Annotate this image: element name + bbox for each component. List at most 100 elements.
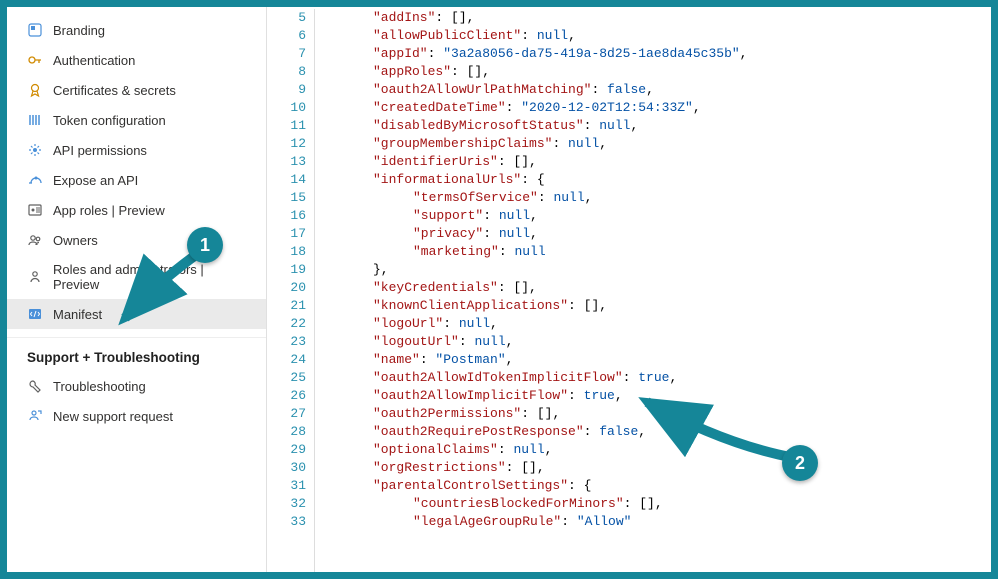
line-number: 17	[267, 225, 306, 243]
sidebar-item-label: API permissions	[53, 143, 147, 158]
code-line[interactable]: "appId": "3a2a8056-da75-419a-8d25-1ae8da…	[333, 45, 991, 63]
code-line[interactable]: "legalAgeGroupRule": "Allow"	[333, 513, 991, 531]
sidebar-item-label: Manifest	[53, 307, 102, 322]
line-number: 5	[267, 9, 306, 27]
line-number: 11	[267, 117, 306, 135]
sidebar-item-label: Owners	[53, 233, 98, 248]
line-number: 30	[267, 459, 306, 477]
line-number: 24	[267, 351, 306, 369]
manifest-icon	[27, 306, 43, 322]
support-section-header: Support + Troubleshooting	[7, 337, 266, 371]
line-number: 15	[267, 189, 306, 207]
manifest-json-editor[interactable]: 5678910111213141516171819202122232425262…	[267, 7, 991, 572]
line-number: 13	[267, 153, 306, 171]
code-line[interactable]: "identifierUris": [],	[333, 153, 991, 171]
code-line[interactable]: "disabledByMicrosoftStatus": null,	[333, 117, 991, 135]
sidebar-item-owners[interactable]: Owners	[7, 225, 266, 255]
sidebar-item-label: Roles and administrators | Preview	[53, 262, 252, 292]
sidebar-item-roles-and-administrators-preview[interactable]: Roles and administrators | Preview	[7, 255, 266, 299]
line-number: 19	[267, 261, 306, 279]
api-icon	[27, 142, 43, 158]
code-line[interactable]: "privacy": null,	[333, 225, 991, 243]
approles-icon	[27, 202, 43, 218]
cert-icon	[27, 82, 43, 98]
token-icon	[27, 112, 43, 128]
code-line[interactable]: "support": null,	[333, 207, 991, 225]
annotation-badge-2: 2	[782, 445, 818, 481]
line-number: 10	[267, 99, 306, 117]
sidebar-item-app-roles-preview[interactable]: App roles | Preview	[7, 195, 266, 225]
line-number: 22	[267, 315, 306, 333]
code-line[interactable]: "addIns": [],	[333, 9, 991, 27]
sidebar-item-token-configuration[interactable]: Token configuration	[7, 105, 266, 135]
line-number: 14	[267, 171, 306, 189]
owners-icon	[27, 232, 43, 248]
line-gutter: 5678910111213141516171819202122232425262…	[267, 9, 315, 572]
line-number: 7	[267, 45, 306, 63]
troubleshoot-icon	[27, 378, 43, 394]
line-number: 28	[267, 423, 306, 441]
roles-icon	[27, 269, 43, 285]
line-number: 16	[267, 207, 306, 225]
line-number: 12	[267, 135, 306, 153]
sidebar-item-label: New support request	[53, 409, 173, 424]
key-icon	[27, 52, 43, 68]
sidebar-item-certificates-secrets[interactable]: Certificates & secrets	[7, 75, 266, 105]
sidebar-item-label: Token configuration	[53, 113, 166, 128]
annotation-badge-1: 1	[187, 227, 223, 263]
code-line[interactable]: "logoUrl": null,	[333, 315, 991, 333]
code-line[interactable]: "groupMembershipClaims": null,	[333, 135, 991, 153]
sidebar-item-expose-an-api[interactable]: Expose an API	[7, 165, 266, 195]
code-line[interactable]: "parentalControlSettings": {	[333, 477, 991, 495]
branding-icon	[27, 22, 43, 38]
code-line[interactable]: "oauth2AllowImplicitFlow": true,	[333, 387, 991, 405]
code-line[interactable]: "optionalClaims": null,	[333, 441, 991, 459]
code-area[interactable]: "addIns": [],"allowPublicClient": null,"…	[315, 9, 991, 572]
code-line[interactable]: "countriesBlockedForMinors": [],	[333, 495, 991, 513]
line-number: 23	[267, 333, 306, 351]
sidebar-item-authentication[interactable]: Authentication	[7, 45, 266, 75]
line-number: 21	[267, 297, 306, 315]
line-number: 31	[267, 477, 306, 495]
sidebar-item-label: Expose an API	[53, 173, 138, 188]
sidebar-item-api-permissions[interactable]: API permissions	[7, 135, 266, 165]
line-number: 25	[267, 369, 306, 387]
code-line[interactable]: "allowPublicClient": null,	[333, 27, 991, 45]
code-line[interactable]: "termsOfService": null,	[333, 189, 991, 207]
code-line[interactable]: "keyCredentials": [],	[333, 279, 991, 297]
line-number: 20	[267, 279, 306, 297]
code-line[interactable]: "informationalUrls": {	[333, 171, 991, 189]
code-line[interactable]: "oauth2AllowIdTokenImplicitFlow": true,	[333, 369, 991, 387]
code-line[interactable]: "createdDateTime": "2020-12-02T12:54:33Z…	[333, 99, 991, 117]
support-icon	[27, 408, 43, 424]
sidebar-item-manifest[interactable]: Manifest	[7, 299, 266, 329]
sidebar-item-troubleshooting[interactable]: Troubleshooting	[7, 371, 266, 401]
sidebar-item-branding[interactable]: Branding	[7, 15, 266, 45]
code-line[interactable]: "oauth2RequirePostResponse": false,	[333, 423, 991, 441]
line-number: 6	[267, 27, 306, 45]
sidebar-item-new-support-request[interactable]: New support request	[7, 401, 266, 431]
code-line[interactable]: },	[333, 261, 991, 279]
code-line[interactable]: "name": "Postman",	[333, 351, 991, 369]
sidebar: Branding Authentication Certificates & sec…	[7, 7, 267, 572]
code-line[interactable]: "marketing": null	[333, 243, 991, 261]
expose-icon	[27, 172, 43, 188]
sidebar-item-label: Troubleshooting	[53, 379, 146, 394]
sidebar-item-label: Authentication	[53, 53, 135, 68]
line-number: 8	[267, 63, 306, 81]
code-line[interactable]: "oauth2AllowUrlPathMatching": false,	[333, 81, 991, 99]
line-number: 9	[267, 81, 306, 99]
sidebar-item-label: Certificates & secrets	[53, 83, 176, 98]
code-line[interactable]: "orgRestrictions": [],	[333, 459, 991, 477]
line-number: 18	[267, 243, 306, 261]
code-line[interactable]: "appRoles": [],	[333, 63, 991, 81]
code-line[interactable]: "logoutUrl": null,	[333, 333, 991, 351]
sidebar-item-label: Branding	[53, 23, 105, 38]
line-number: 32	[267, 495, 306, 513]
sidebar-item-label: App roles | Preview	[53, 203, 165, 218]
line-number: 27	[267, 405, 306, 423]
code-line[interactable]: "oauth2Permissions": [],	[333, 405, 991, 423]
line-number: 26	[267, 387, 306, 405]
line-number: 29	[267, 441, 306, 459]
code-line[interactable]: "knownClientApplications": [],	[333, 297, 991, 315]
